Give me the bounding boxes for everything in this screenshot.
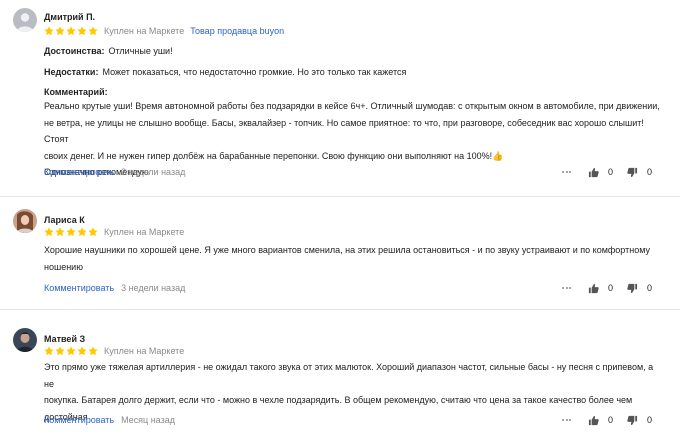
comment-button[interactable]: Комментировать: [44, 415, 114, 425]
rating-line: Куплен на Маркете Товар продавца buyon: [44, 26, 284, 36]
review-date: 3 недели назад: [121, 283, 186, 293]
dislike-count: 0: [646, 167, 652, 177]
star-icon: [44, 26, 54, 36]
star-icon: [88, 227, 98, 237]
thumbs-down-icon: [627, 167, 638, 177]
review-card: Дмитрий П. Куплен на Маркете Товар прода…: [0, 0, 680, 196]
cons-row: Недостатки: Может показаться, что недоста…: [44, 66, 406, 78]
star-icon: [44, 227, 54, 237]
review-date: Месяц назад: [121, 415, 175, 425]
author-name[interactable]: Лариса К: [44, 215, 85, 225]
avatar[interactable]: [13, 209, 37, 233]
star-rating: [44, 227, 98, 237]
star-icon: [88, 346, 98, 356]
star-icon: [66, 26, 76, 36]
star-icon: [66, 346, 76, 356]
comment-line: не ветра, не улицы не слышно вообще. Бас…: [44, 117, 644, 145]
review-card: Лариса К Куплен на Маркете Хорошие наушн…: [0, 197, 680, 309]
more-options-icon[interactable]: [560, 165, 574, 179]
review-actions: 0 0: [560, 413, 652, 427]
review-text-line: Это прямо уже тяжелая артиллерия - не ож…: [44, 362, 654, 389]
review-date: 3 недели назад: [121, 167, 186, 177]
like-count: 0: [607, 415, 613, 425]
avatar[interactable]: [13, 8, 37, 32]
star-rating: [44, 26, 98, 36]
purchase-badge: Куплен на Маркете: [104, 26, 185, 36]
review-text-line: Хорошие наушники по хорошей цене. Я уже …: [44, 245, 650, 255]
avatar[interactable]: [13, 328, 37, 352]
review-actions: 0 0: [560, 165, 652, 179]
dislike-count: 0: [646, 415, 652, 425]
like-button[interactable]: 0: [588, 415, 627, 426]
author-name[interactable]: Дмитрий П.: [44, 12, 95, 22]
star-icon: [44, 346, 54, 356]
purchase-badge: Куплен на Маркете: [104, 227, 185, 237]
comment-label: Комментарий:: [44, 87, 108, 97]
review-footer: Комментировать 3 недели назад 0 0: [44, 281, 664, 295]
thumbs-up-icon: [588, 415, 599, 425]
star-icon: [55, 227, 65, 237]
pros-text: Отличные уши!: [108, 46, 173, 56]
thumbs-down-icon: [627, 283, 638, 293]
dislike-button[interactable]: 0: [627, 167, 652, 178]
star-icon: [55, 346, 65, 356]
rating-line: Куплен на Маркете: [44, 346, 184, 356]
more-options-icon[interactable]: [560, 413, 574, 427]
review-footer: Комментировать Месяц назад 0 0: [44, 413, 664, 427]
thumbs-down-icon: [627, 415, 638, 425]
like-count: 0: [607, 283, 613, 293]
review-card: Матвей З Куплен на Маркете Это прямо уже…: [0, 310, 680, 448]
like-button[interactable]: 0: [588, 167, 627, 178]
review-text: Хорошие наушники по хорошей цене. Я уже …: [44, 242, 664, 275]
cons-text: Может показаться, что недостаточно громк…: [102, 67, 407, 77]
star-icon: [55, 26, 65, 36]
more-options-icon[interactable]: [560, 281, 574, 295]
comment-line: Реально крутые уши! Время автономной раб…: [44, 101, 660, 111]
like-button[interactable]: 0: [588, 283, 627, 294]
like-count: 0: [607, 167, 613, 177]
star-icon: [66, 227, 76, 237]
star-icon: [77, 346, 87, 356]
comment-button[interactable]: Комментировать: [44, 167, 114, 177]
dislike-count: 0: [646, 283, 652, 293]
star-icon: [77, 26, 87, 36]
review-actions: 0 0: [560, 281, 652, 295]
comment-line: своих денег. И не нужен гипер долбёж на …: [44, 150, 504, 161]
star-icon: [88, 26, 98, 36]
comment-button[interactable]: Комментировать: [44, 283, 114, 293]
thumbs-up-icon: [588, 167, 599, 177]
star-icon: [77, 227, 87, 237]
purchase-badge: Куплен на Маркете: [104, 346, 185, 356]
dislike-button[interactable]: 0: [627, 415, 652, 426]
review-text-line: ношению: [44, 261, 83, 272]
author-name[interactable]: Матвей З: [44, 334, 85, 344]
dislike-button[interactable]: 0: [627, 283, 652, 294]
pros-row: Достоинства: Отличные уши!: [44, 45, 173, 57]
thumbs-up-icon: [588, 283, 599, 293]
review-footer: Комментировать 3 недели назад 0 0: [44, 165, 664, 179]
comment-label-row: Комментарий:: [44, 86, 112, 98]
review-text-line: покупка. Батарея долго держит, если что …: [44, 395, 633, 405]
seller-link[interactable]: Товар продавца buyon: [190, 26, 284, 36]
pros-label: Достоинства:: [44, 46, 105, 56]
star-rating: [44, 346, 98, 356]
cons-label: Недостатки:: [44, 67, 99, 77]
rating-line: Куплен на Маркете: [44, 227, 184, 237]
